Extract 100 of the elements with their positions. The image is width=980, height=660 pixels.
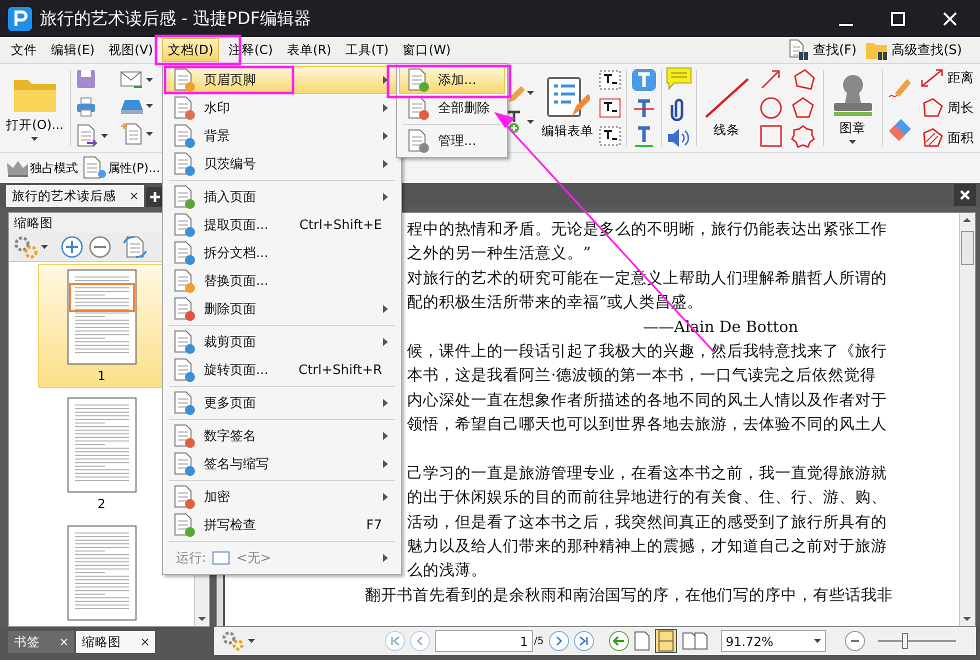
window-icon bbox=[212, 551, 230, 565]
panel-tab[interactable]: 缩略图 bbox=[76, 631, 155, 653]
next-page-button[interactable] bbox=[548, 631, 569, 651]
menu-item[interactable]: 文件 bbox=[6, 38, 42, 62]
submenu-arrow-icon bbox=[383, 338, 388, 346]
window-title: 旅行的艺术读后感 - 迅捷PDF编辑器 bbox=[40, 8, 312, 30]
page-count: /5 bbox=[534, 636, 544, 646]
gear-icon[interactable] bbox=[13, 235, 39, 259]
submenu-arrow-icon bbox=[383, 493, 388, 501]
text-line: 本书，这是我看阿兰·德波顿的第一本书，一口气读完之后依然觉得 bbox=[407, 365, 876, 386]
mail-icon[interactable] bbox=[120, 70, 144, 90]
caret-icon bbox=[146, 104, 153, 108]
menu-item[interactable]: 文档(D) bbox=[162, 38, 220, 62]
open-button[interactable]: 打开(O)... bbox=[4, 76, 66, 140]
menu-item[interactable]: 拼写检查 F7 bbox=[165, 511, 399, 539]
submenu-arrow-icon bbox=[383, 104, 388, 112]
menu-item[interactable]: 删除页面 bbox=[165, 295, 399, 323]
menu-item[interactable]: 提取页面... Ctrl+Shift+E bbox=[165, 211, 399, 239]
text-flow-icon[interactable] bbox=[598, 125, 622, 147]
menu-item[interactable]: 编辑(E) bbox=[46, 38, 100, 62]
slider-thumb[interactable] bbox=[902, 633, 908, 649]
submenu-arrow-icon bbox=[383, 193, 388, 201]
zoom-out-icon[interactable] bbox=[88, 235, 112, 259]
back-button[interactable] bbox=[608, 631, 629, 651]
submenu-arrow-icon bbox=[383, 76, 388, 84]
last-page-button[interactable] bbox=[574, 631, 594, 651]
panel-tab[interactable]: 书签 bbox=[8, 631, 74, 653]
single-page-icon[interactable] bbox=[634, 631, 650, 651]
line-tool-button[interactable]: 线条 bbox=[700, 77, 753, 139]
exclusive-mode-button[interactable]: 独占模式 bbox=[6, 159, 78, 177]
caret-icon bbox=[146, 78, 153, 82]
facing-pages-icon[interactable] bbox=[682, 632, 708, 650]
find-button[interactable]: 查找(F) bbox=[788, 39, 857, 61]
caret-icon bbox=[31, 136, 38, 140]
menu-item[interactable]: 签名与缩写 bbox=[165, 450, 399, 478]
measure-button[interactable]: 面积 bbox=[918, 127, 974, 149]
text-icon[interactable] bbox=[630, 68, 657, 92]
submenu-arrow-icon bbox=[383, 460, 388, 468]
menu-item[interactable]: 替换页面... bbox=[165, 267, 399, 295]
measure-button[interactable]: 周长 bbox=[918, 97, 974, 119]
menu-item[interactable]: 窗口(W) bbox=[398, 38, 456, 62]
plus-icon bbox=[150, 192, 160, 202]
zoom-in-icon[interactable] bbox=[60, 235, 84, 259]
properties-button[interactable]: 属性(P)... bbox=[82, 156, 160, 180]
submenu-arrow-icon bbox=[383, 399, 388, 407]
zoom-out-button[interactable] bbox=[844, 631, 865, 651]
export-icon[interactable] bbox=[74, 124, 99, 148]
close-tab-button[interactable] bbox=[954, 184, 976, 206]
menu-item[interactable]: 添加... bbox=[399, 66, 505, 94]
caret-icon bbox=[526, 91, 534, 95]
zoom-field[interactable]: 91.72% bbox=[720, 630, 826, 652]
text-field-icon[interactable] bbox=[598, 69, 622, 91]
close-icon bbox=[130, 192, 138, 200]
text-line: 候，课件上的一段话引起了我极大的兴趣，然后我特意找来了《旅行 bbox=[407, 340, 887, 362]
menu-item[interactable]: 加密 bbox=[165, 483, 399, 511]
menu-item[interactable]: 数字签名 bbox=[165, 422, 399, 450]
menu-item[interactable]: 裁剪页面 bbox=[165, 328, 399, 356]
measure-button[interactable]: 距离 bbox=[918, 67, 974, 89]
speaker-icon[interactable] bbox=[666, 127, 692, 149]
menu-item[interactable]: 视图(V) bbox=[104, 38, 158, 62]
text-box-icon[interactable] bbox=[598, 97, 622, 119]
first-page-icon bbox=[390, 636, 400, 646]
menu-item[interactable]: 旋转页面... Ctrl+Shift+R bbox=[165, 356, 399, 384]
stamp-button[interactable]: 图章 bbox=[828, 72, 878, 144]
menu-item[interactable]: 表单(R) bbox=[282, 38, 336, 62]
caret-icon bbox=[146, 132, 153, 136]
crown-icon bbox=[6, 159, 28, 177]
continuous-page-icon[interactable] bbox=[654, 629, 677, 653]
caret-icon bbox=[41, 245, 48, 249]
menu-item[interactable]: 管理... bbox=[399, 127, 505, 155]
caret-icon bbox=[814, 639, 821, 643]
text-line: 内心深处一直在想象作者所描述的各地不同的风土人情以及作者对于 bbox=[407, 390, 887, 411]
menu-item[interactable]: 插入页面 bbox=[165, 183, 399, 211]
submenu-arrow-icon bbox=[383, 554, 388, 562]
text-line: 魅力以及给人们带来的那种精神上的震撼，才知道自己之前对于旅游 bbox=[407, 536, 887, 558]
comment-icon[interactable] bbox=[666, 67, 692, 91]
advanced-find-button[interactable]: 高级查找(S) bbox=[864, 39, 962, 61]
chevron-right-icon bbox=[554, 636, 564, 646]
panel-title: 缩略图 bbox=[14, 214, 53, 232]
document-tab[interactable]: 旅行的艺术读后感 bbox=[6, 185, 144, 207]
menu-item[interactable]: 更多页面 bbox=[165, 389, 399, 417]
menu-item[interactable]: 拆分文档... bbox=[165, 239, 399, 267]
page-number-field[interactable]: 1 bbox=[435, 630, 533, 652]
close-icon bbox=[960, 190, 970, 200]
edit-form-button[interactable]: 编辑表单 bbox=[540, 76, 596, 140]
menu-item[interactable]: 工具(T) bbox=[340, 38, 394, 62]
gear-icon[interactable] bbox=[220, 630, 246, 652]
form-pencil-icon bbox=[546, 76, 590, 120]
last-page-icon bbox=[578, 636, 589, 646]
text-line: 己学习的一直是旅游管理专业，在看这本书之前，我一直觉得旅游就 bbox=[407, 462, 887, 484]
new-page-icon[interactable] bbox=[120, 122, 144, 146]
first-page-button[interactable] bbox=[385, 631, 405, 651]
text-line: 领悟，希望自己哪天也可以到世界各地去旅游，去体验不同的风土人 bbox=[407, 414, 887, 436]
scrollbar-thumb[interactable] bbox=[961, 231, 974, 265]
text-line: 的出于休闲娱乐的目的而前往异地进行的有关食、住、行、游、购、 bbox=[407, 487, 887, 508]
caret-icon bbox=[526, 120, 534, 124]
maximize-icon bbox=[891, 12, 905, 26]
menu-item[interactable]: 贝茨编号 bbox=[165, 150, 399, 178]
page-thumbnail[interactable]: 2 bbox=[38, 392, 166, 516]
previous-page-button[interactable] bbox=[410, 631, 430, 651]
